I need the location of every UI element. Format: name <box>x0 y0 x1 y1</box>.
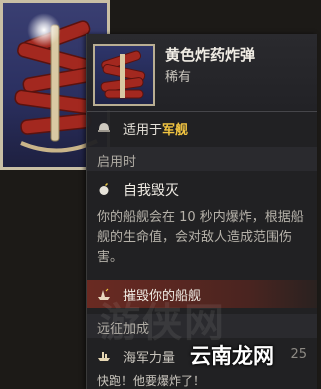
navy-power-label: 海军力量 <box>123 351 176 366</box>
flavor-text: 快跑！他要爆炸了！ <box>97 374 206 388</box>
item-rarity: 稀有 <box>165 70 192 85</box>
applies-to-prefix: 适用于 <box>123 123 163 138</box>
ability-row: 自我毁灭 <box>87 177 317 203</box>
header-divider <box>87 111 317 112</box>
on-use-label: 启用时 <box>97 155 137 170</box>
navy-power-value: 25 <box>290 347 307 362</box>
dynamite-bundle-icon <box>93 44 155 106</box>
item-name: 黄色炸药炸弹 <box>165 46 256 64</box>
bomb-icon <box>99 182 109 195</box>
fleet-icon <box>98 352 110 361</box>
site-tag: 云南龙网 <box>190 344 274 368</box>
applies-to-target: 军舰 <box>162 123 189 138</box>
tooltip-header: 黄色炸药炸弹 稀有 <box>87 34 317 110</box>
sparkle-glint <box>27 13 61 47</box>
helmet-icon <box>98 123 110 132</box>
ability-description: 你的船舰会在 10 秒内爆炸，根据船舰的生命值，会对敌人造成范围伤害。 <box>97 210 304 265</box>
ability-name: 自我毁灭 <box>123 183 179 199</box>
applies-to-row: 适用于军舰 <box>87 114 317 142</box>
on-use-section: 启用时 <box>87 147 317 171</box>
